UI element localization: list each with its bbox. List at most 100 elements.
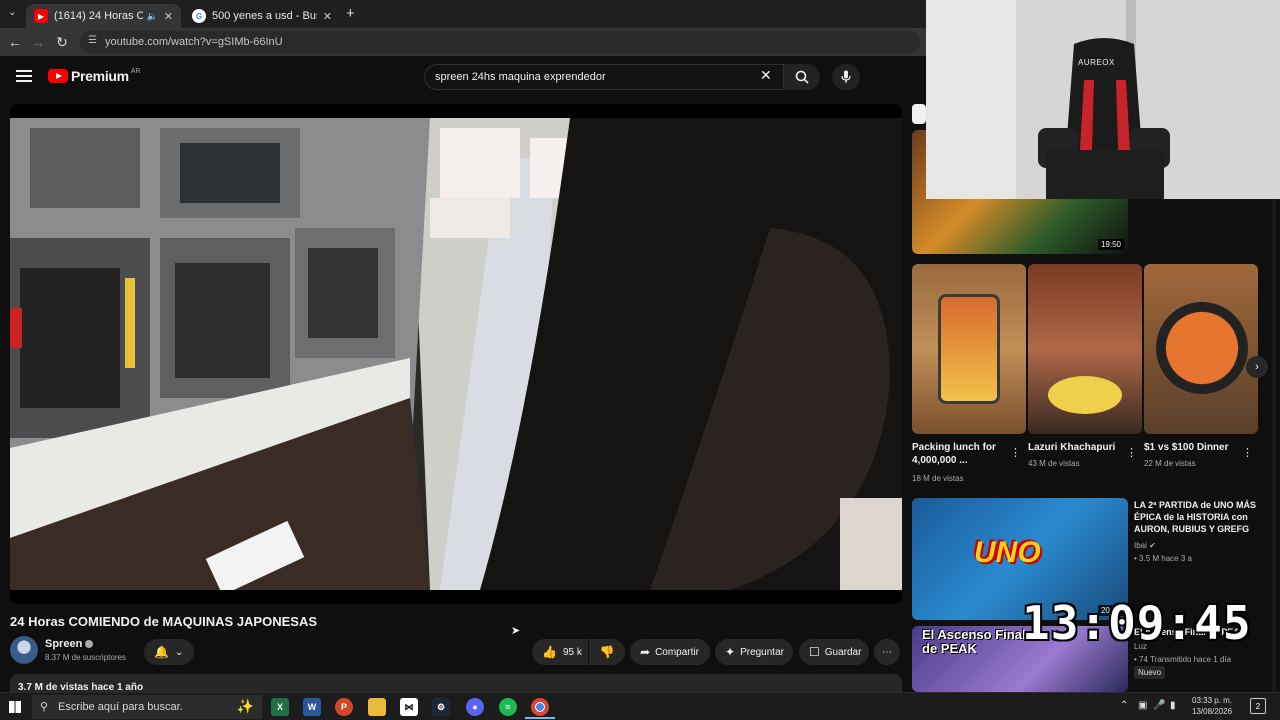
more-actions-button[interactable]: ⋯: [874, 639, 900, 665]
reload-icon[interactable]: ↻: [52, 32, 72, 52]
tab-google-label: 500 yenes a usd - Buscar con Google: [212, 10, 317, 22]
channel-name-text: Ibai: [1134, 541, 1147, 550]
youtube-header: Premium AR spreen 24hs maquina exprended…: [0, 56, 926, 100]
close-icon[interactable]: ✕: [164, 10, 173, 23]
taskbar-search-placeholder: Escribe aquí para buscar.: [58, 701, 183, 713]
more-vertical-icon[interactable]: ⋮: [1126, 446, 1137, 459]
tray-chevron-icon[interactable]: ⌃: [1120, 700, 1128, 711]
search-icon: ⚲: [40, 701, 49, 713]
steam-icon[interactable]: ⚙: [432, 698, 450, 716]
network-icon[interactable]: ▣: [1138, 700, 1147, 711]
search-input[interactable]: spreen 24hs maquina exprendedor: [424, 64, 784, 90]
channel-name[interactable]: Spreen: [45, 638, 94, 650]
video-player[interactable]: [10, 104, 902, 604]
save-label: Guardar: [824, 646, 862, 658]
word-icon[interactable]: W: [303, 698, 321, 716]
system-time: 03:33 p. m.: [1192, 696, 1233, 705]
new-tab-button[interactable]: +: [346, 5, 355, 22]
save-button[interactable]: ☐ Guardar: [799, 639, 869, 665]
google-favicon-icon: G: [192, 9, 206, 23]
video-meta-text: 3.5 M hace 3 a: [1139, 554, 1192, 563]
url-field[interactable]: ☰ youtube.com/watch?v=gSIMb-66InU: [80, 31, 920, 53]
video-frame[interactable]: [10, 118, 902, 590]
microphone-icon: [841, 70, 851, 83]
youtube-play-icon: [48, 69, 68, 83]
chair-brand: AUREOX: [1078, 58, 1115, 67]
ask-button[interactable]: ✦ Preguntar: [715, 639, 793, 665]
bookmark-icon: ☐: [809, 645, 820, 659]
verified-icon: ✔: [1149, 541, 1156, 550]
search-button[interactable]: [784, 64, 820, 90]
short-views: 43 M de vistas: [1028, 459, 1080, 468]
video-title[interactable]: LA 2ª PARTIDA de UNO MÁS ÉPICA de la HIS…: [1134, 499, 1274, 535]
webcam-image: [926, 0, 1280, 199]
khachapuri-image: [1048, 376, 1122, 414]
back-arrow-icon[interactable]: ←: [5, 32, 25, 52]
shorts-next-button[interactable]: ›: [1246, 356, 1268, 378]
channel-name[interactable]: Ibai ✔: [1134, 541, 1156, 550]
chip-icon[interactable]: [912, 104, 926, 124]
channel-name-text: Spreen: [45, 638, 83, 650]
sparkles-icon: ✨: [236, 698, 254, 714]
channel-avatar[interactable]: [10, 636, 38, 664]
voice-search-button[interactable]: [832, 64, 860, 90]
verified-icon: [85, 640, 94, 649]
more-vertical-icon[interactable]: ⋮: [1010, 446, 1021, 459]
active-app-indicator: [525, 717, 555, 719]
close-icon[interactable]: ✕: [323, 10, 332, 23]
more-vertical-icon[interactable]: ⋮: [1242, 446, 1253, 459]
menu-icon[interactable]: [16, 70, 32, 82]
mic-tray-icon[interactable]: 🎤: [1153, 700, 1165, 711]
more-horizontal-icon: ⋯: [882, 646, 892, 658]
share-button[interactable]: ➦ Compartir: [630, 639, 710, 665]
youtube-favicon-icon: ▶: [34, 9, 48, 23]
thumbnail-text: El Ascenso Final de PEAK: [922, 627, 1026, 656]
short-thumbnail[interactable]: [1144, 264, 1258, 434]
notification-count: 2: [1255, 701, 1261, 711]
windows-start-icon[interactable]: [9, 701, 21, 713]
tab-list-icon[interactable]: ⌄: [8, 7, 16, 18]
battery-icon[interactable]: ▮: [1170, 700, 1176, 711]
browser-tab-bar: ⌄ ▶ (1614) 24 Horas COMIENDO de MAQUINAS…: [0, 0, 926, 28]
search-query: spreen 24hs maquina exprendedor: [435, 71, 606, 83]
youtube-logo[interactable]: Premium AR: [48, 68, 141, 84]
video-meta-text: 74 Transmitido hace 1 día: [1139, 655, 1232, 664]
short-thumbnail[interactable]: [1028, 264, 1142, 434]
short-title[interactable]: Packing lunch for 4,000,000 ...: [912, 441, 1008, 467]
video-meta: • 74 Transmitido hace 1 día: [1134, 655, 1231, 664]
scrollbar[interactable]: [1272, 196, 1276, 692]
ask-label: Preguntar: [740, 646, 784, 658]
short-title[interactable]: $1 vs $100 Dinner: [1144, 441, 1240, 454]
subscribe-bell-button[interactable]: 🔔 ⌄: [144, 639, 194, 665]
chrome-icon[interactable]: [531, 698, 549, 716]
notifications-icon[interactable]: 2: [1250, 698, 1266, 714]
file-explorer-icon[interactable]: [368, 698, 386, 716]
short-thumbnail[interactable]: [912, 264, 1026, 434]
clear-search-icon[interactable]: ✕: [760, 67, 772, 84]
video-frame-image: [10, 118, 902, 590]
tab-youtube[interactable]: ▶ (1614) 24 Horas COMIENDO de MAQUINAS J…: [26, 4, 181, 28]
site-info-icon[interactable]: ☰: [88, 35, 97, 46]
system-clock[interactable]: 03:33 p. m. 13/08/2026: [1192, 695, 1232, 717]
forward-arrow-icon[interactable]: →: [28, 32, 48, 52]
share-icon: ➦: [640, 645, 651, 659]
like-button[interactable]: 👍 95 k: [532, 639, 588, 665]
tab-google[interactable]: G 500 yenes a usd - Buscar con Google ✕: [184, 4, 340, 28]
logo-text: Premium: [71, 68, 129, 84]
clock-overlay: 13:09:45: [1022, 596, 1252, 650]
search-icon: [795, 70, 809, 84]
uno-logo: UNO: [974, 536, 1041, 569]
chevron-down-icon: ⌄: [174, 646, 184, 658]
short-title[interactable]: Lazuri Khachapuri: [1028, 441, 1124, 454]
excel-icon[interactable]: X: [271, 698, 289, 716]
powerpoint-icon[interactable]: P: [335, 698, 353, 716]
capcut-icon[interactable]: ⋈: [400, 698, 418, 716]
video-meta: • 3.5 M hace 3 a: [1134, 554, 1192, 563]
spotify-icon[interactable]: ≈: [499, 698, 517, 716]
system-date: 13/08/2026: [1192, 707, 1233, 716]
video-title: 24 Horas COMIENDO de MAQUINAS JAPONESAS: [10, 614, 318, 629]
lunchbox-image: [938, 294, 1000, 404]
dislike-button[interactable]: 👎: [589, 639, 625, 665]
discord-icon[interactable]: ●: [466, 698, 484, 716]
taskbar-search-input[interactable]: ⚲ Escribe aquí para buscar. ✨: [32, 695, 262, 719]
